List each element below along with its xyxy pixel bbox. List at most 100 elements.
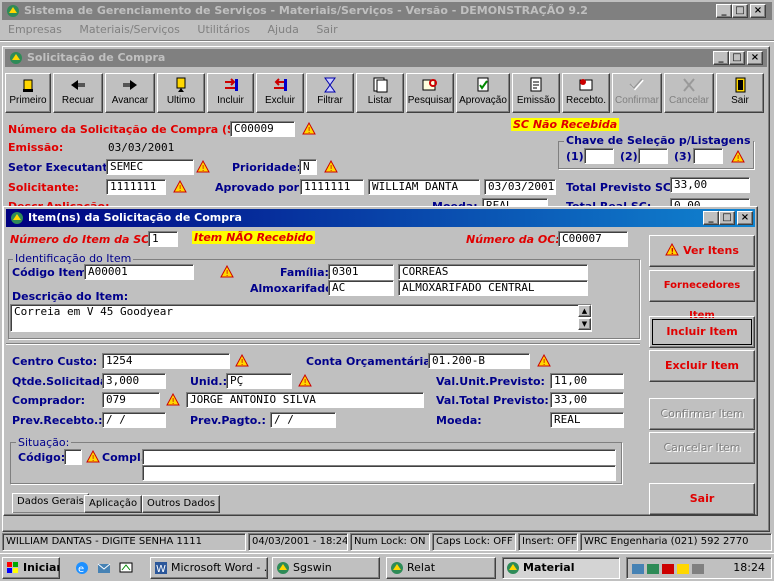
item-minimize-button[interactable]: _ [703, 211, 719, 225]
solicitante-field[interactable]: 1111111 [106, 179, 166, 195]
excluir-item-button[interactable]: Excluir Item [649, 350, 755, 382]
toolbar-ultimo-button[interactable]: Ultimo [157, 73, 205, 113]
menu-ajuda[interactable]: Ajuda [268, 23, 299, 36]
almox-name-field[interactable]: ALMOXARIFADO CENTRAL [398, 280, 588, 296]
menu-sair[interactable]: Sair [316, 23, 337, 36]
tab-aplicacao[interactable]: Aplicação [84, 495, 143, 513]
menu-materiais[interactable]: Materiais/Serviços [79, 23, 179, 36]
setor-field[interactable]: SEMEC [106, 159, 194, 175]
toolbar-incluir-button[interactable]: Incluir [207, 73, 254, 113]
item-close-button[interactable]: × [737, 211, 753, 225]
sit-compl-field-2[interactable] [142, 465, 616, 481]
lookup-icon[interactable]: ! [220, 265, 234, 278]
lookup-icon[interactable]: ! [235, 354, 249, 367]
prioridade-field[interactable]: N [299, 159, 317, 175]
familia-code-field[interactable]: 0301 [328, 264, 394, 280]
sc-close-button[interactable]: × [747, 51, 763, 65]
comprador-code-field[interactable]: 079 [102, 392, 160, 408]
minimize-button[interactable]: _ [716, 4, 732, 18]
lookup-icon[interactable]: ! [196, 160, 210, 173]
menu-utilitarios[interactable]: Utilitários [197, 23, 250, 36]
tab-dados-gerais[interactable]: Dados Gerais [12, 493, 89, 513]
start-button[interactable]: Iniciar [2, 557, 60, 579]
lookup-icon[interactable]: ! [537, 354, 551, 367]
sc-title-bar: Solicitação de Compra _ □ × [5, 49, 767, 67]
toolbar-listar-button[interactable]: Listar [356, 73, 404, 113]
qtde-label: Qtde.Solicitada: [12, 375, 112, 388]
chave-2-field[interactable] [638, 148, 668, 164]
status-insert: Insert: OFF [518, 533, 578, 551]
task-sgswin[interactable]: Sgswin [272, 557, 380, 579]
incluir-item-button[interactable]: Incluir Item [649, 316, 755, 348]
scroll-down-button[interactable]: ▼ [578, 318, 591, 330]
codigo-item-field[interactable]: A00001 [84, 264, 194, 280]
val-total-field[interactable]: 33,00 [550, 392, 624, 408]
centro-custo-field[interactable]: 1254 [102, 353, 230, 369]
lookup-icon[interactable]: ! [298, 374, 312, 387]
lookup-icon[interactable]: ! [731, 150, 745, 163]
descricao-field[interactable]: Correia em V 45 Goodyear [10, 304, 592, 332]
task-material[interactable]: Material [502, 557, 620, 579]
tab-outros-dados[interactable]: Outros Dados [142, 495, 221, 513]
tray-icons[interactable] [631, 561, 711, 577]
toolbar-emissao-button[interactable]: Emissão [512, 73, 560, 113]
total-previsto-field[interactable]: 33,00 [670, 177, 750, 193]
sit-codigo-field[interactable] [64, 449, 82, 465]
sc-minimize-button[interactable]: _ [713, 51, 729, 65]
task-word[interactable]: W Microsoft Word - ... [150, 557, 268, 579]
aprovado-name-field[interactable]: WILLIAM DANTA [368, 179, 480, 195]
num-item-field[interactable]: 1 [148, 231, 178, 247]
toolbar-recuar-button[interactable]: Recuar [53, 73, 103, 113]
toolbar-pesquisar-button[interactable]: Pesquisar [406, 73, 454, 113]
lookup-icon[interactable]: ! [173, 180, 187, 193]
task-relat[interactable]: Relat [386, 557, 496, 579]
toolbar-aprovacao-button[interactable]: Aprovação [456, 73, 510, 113]
sair-item-button[interactable]: Sair [649, 483, 755, 515]
sc-maximize-button[interactable]: □ [729, 51, 745, 65]
almox-code-field[interactable]: AC [328, 280, 394, 296]
val-unit-field[interactable]: 11,00 [550, 373, 624, 389]
moeda-item-label: Moeda: [436, 414, 482, 427]
desktop-icon[interactable] [118, 560, 134, 576]
prev-receb-field[interactable]: / / [102, 412, 166, 428]
familia-name-field[interactable]: CORREAS [398, 264, 588, 280]
lookup-icon[interactable]: ! [324, 160, 338, 173]
menu-empresas[interactable]: Empresas [8, 23, 62, 36]
sit-compl-field-1[interactable] [142, 449, 616, 465]
toolbar-confirmar-button[interactable]: Confirmar [612, 73, 662, 113]
lookup-icon[interactable]: ! [166, 393, 180, 406]
app-icon [7, 5, 19, 17]
scroll-up-button[interactable]: ▲ [578, 305, 591, 317]
chave-1-field[interactable] [584, 148, 614, 164]
confirmar-item-button[interactable]: Confirmar Item [649, 398, 755, 430]
aprovado-date-field[interactable]: 03/03/2001 [484, 179, 556, 195]
toolbar-cancelar-button[interactable]: Cancelar [664, 73, 714, 113]
quick-launch: e [66, 557, 146, 579]
qtde-field[interactable]: 3,000 [102, 373, 166, 389]
browser-icon[interactable]: e [74, 560, 90, 576]
comprador-name-field[interactable]: JORGE ANTONIO SILVA [186, 392, 424, 408]
toolbar-sair-button[interactable]: Sair [716, 73, 764, 113]
conta-field[interactable]: 01.200-B [428, 353, 530, 369]
ver-itens-button[interactable]: ! Ver Itens [649, 235, 755, 267]
toolbar-filtrar-button[interactable]: Filtrar [306, 73, 354, 113]
outlook-icon[interactable] [96, 560, 112, 576]
sc-number-field[interactable]: C00009 [230, 121, 295, 137]
toolbar-excluir-button[interactable]: Excluir [256, 73, 304, 113]
chave-3-field[interactable] [693, 148, 723, 164]
lookup-icon[interactable]: ! [302, 122, 316, 135]
toolbar-recebto-button[interactable]: Recebto. [562, 73, 610, 113]
toolbar-primeiro-button[interactable]: Primeiro [5, 73, 51, 113]
close-button[interactable]: × [750, 4, 766, 18]
maximize-button[interactable]: □ [732, 4, 748, 18]
moeda-item-field[interactable]: REAL [550, 412, 624, 428]
cancelar-item-button[interactable]: Cancelar Item [649, 432, 755, 464]
unid-field[interactable]: PÇ [226, 373, 292, 389]
num-oc-field[interactable]: C00007 [558, 231, 628, 247]
toolbar-avancar-button[interactable]: Avancar [105, 73, 155, 113]
item-maximize-button[interactable]: □ [719, 211, 735, 225]
aprovado-code-field[interactable]: 1111111 [300, 179, 364, 195]
prev-pagto-field[interactable]: / / [270, 412, 336, 428]
fornecedores-item-button[interactable]: Fornecedores Item [649, 270, 755, 321]
lookup-icon[interactable]: ! [86, 450, 100, 463]
